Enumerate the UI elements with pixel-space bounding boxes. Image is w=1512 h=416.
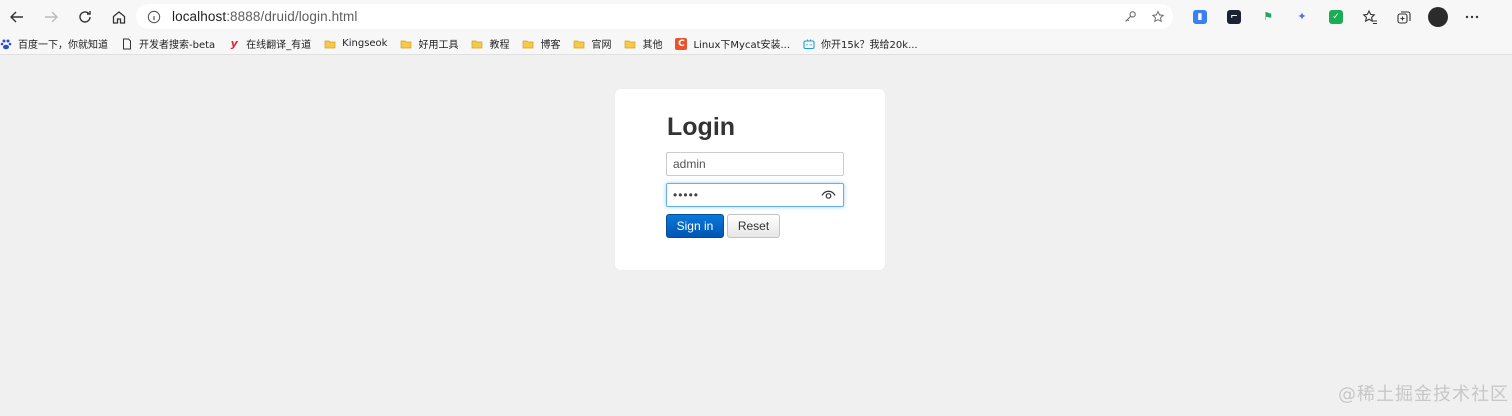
more-button[interactable] — [1455, 0, 1489, 33]
home-button[interactable] — [102, 0, 136, 33]
info-icon[interactable] — [146, 9, 162, 25]
extension-chart[interactable]: ▮ — [1183, 0, 1217, 33]
bookmark-label: 开发者搜索-beta — [139, 40, 216, 51]
password-input[interactable]: ••••• — [666, 183, 844, 207]
login-title: Login — [667, 113, 736, 141]
avatar — [1428, 6, 1448, 27]
key-icon[interactable] — [1123, 10, 1137, 24]
url-text[interactable]: localhost:8888/druid/login.html — [172, 9, 357, 24]
bookmark-item[interactable]: 官网 — [573, 33, 617, 55]
extensions-bar: ▮ ⌐ ⚑ ✦ ✓ — [1183, 0, 1489, 33]
bookmark-item[interactable]: y 在线翻译_有道 — [228, 33, 317, 55]
watermark: @稀土掘金技术社区 — [1338, 384, 1509, 405]
address-bar[interactable]: localhost:8888/druid/login.html — [136, 4, 1173, 29]
extension-flag[interactable]: ⚑ — [1251, 0, 1285, 33]
extension-check[interactable]: ✓ — [1319, 0, 1353, 33]
bookmark-item[interactable]: 其他 — [624, 33, 668, 55]
flag-extension-icon: ⚑ — [1263, 10, 1273, 23]
reload-button[interactable] — [68, 0, 102, 33]
back-button[interactable] — [0, 0, 34, 33]
page-icon — [121, 38, 133, 50]
browser-toolbar: localhost:8888/druid/login.html ▮ ⌐ ⚑ ✦ … — [0, 0, 1512, 33]
url-host: localhost — [172, 9, 227, 24]
reload-icon — [79, 10, 91, 23]
folder-icon — [573, 38, 585, 50]
login-card: Login admin ••••• Sign in Reset — [615, 89, 885, 270]
username-value: admin — [673, 157, 706, 171]
favorite-add-icon[interactable] — [1151, 9, 1165, 24]
bookmark-label: 官网 — [591, 40, 612, 51]
bookmark-label: 博客 — [540, 40, 561, 51]
check-extension-icon: ✓ — [1329, 9, 1343, 24]
address-bar-actions — [1123, 4, 1165, 29]
profile-button[interactable] — [1421, 0, 1455, 33]
bilibili-icon — [803, 38, 815, 50]
bookmark-item[interactable]: Kingseok — [324, 33, 393, 55]
csdn-icon: C — [675, 37, 688, 50]
bird-extension-icon: ✦ — [1297, 10, 1307, 23]
folder-icon — [400, 38, 412, 50]
sign-in-button[interactable]: Sign in — [666, 214, 724, 238]
youdao-icon: y — [230, 37, 238, 50]
folder-icon — [522, 38, 534, 50]
more-icon — [1465, 15, 1479, 18]
forward-button[interactable] — [34, 0, 68, 33]
bookmark-item[interactable]: 开发者搜索-beta — [121, 33, 221, 55]
arrow-right-icon — [45, 11, 58, 22]
bookmark-label: 其他 — [642, 40, 663, 51]
username-input[interactable]: admin — [666, 152, 844, 176]
arrow-left-icon — [10, 11, 23, 22]
password-value: ••••• — [673, 188, 700, 202]
folder-icon — [471, 38, 483, 50]
bookmark-label: 在线翻译_有道 — [246, 40, 312, 51]
bookmark-item[interactable]: 教程 — [471, 33, 515, 55]
bookmark-item[interactable]: 百度一下，你就知道 — [0, 33, 114, 55]
collections-icon — [1397, 10, 1411, 24]
url-path: :8888/druid/login.html — [226, 9, 358, 24]
bookmark-item[interactable]: 你开15k？我给20k... — [803, 33, 924, 55]
bookmark-item[interactable]: 好用工具 — [400, 33, 464, 55]
bookmark-label: Kingseok — [342, 38, 388, 49]
bookmark-label: 你开15k？我给20k... — [821, 40, 918, 51]
bookmark-item[interactable]: C Linux下Mycat安装... — [675, 33, 796, 55]
eye-icon[interactable] — [821, 189, 836, 201]
bookmark-label: 好用工具 — [418, 40, 459, 51]
bookmark-label: 教程 — [489, 40, 510, 51]
folder-icon — [324, 38, 336, 50]
bookmarks-bar: 百度一下，你就知道 开发者搜索-beta y 在线翻译_有道 Kingseok … — [0, 33, 1512, 55]
bookmark-label: Linux下Mycat安装... — [693, 40, 791, 51]
chart-extension-icon: ▮ — [1193, 9, 1207, 24]
folder-icon — [624, 38, 636, 50]
dark-extension-icon: ⌐ — [1227, 9, 1241, 24]
favorites-button[interactable] — [1353, 0, 1387, 33]
extension-dark[interactable]: ⌐ — [1217, 0, 1251, 33]
collections-button[interactable] — [1387, 0, 1421, 33]
favorites-icon — [1362, 9, 1377, 24]
home-icon — [112, 10, 126, 24]
bookmark-item[interactable]: 博客 — [522, 33, 566, 55]
baidu-icon — [0, 38, 12, 50]
bookmark-label: 百度一下，你就知道 — [18, 40, 108, 51]
reset-button[interactable]: Reset — [727, 214, 780, 238]
extension-bird[interactable]: ✦ — [1285, 0, 1319, 33]
